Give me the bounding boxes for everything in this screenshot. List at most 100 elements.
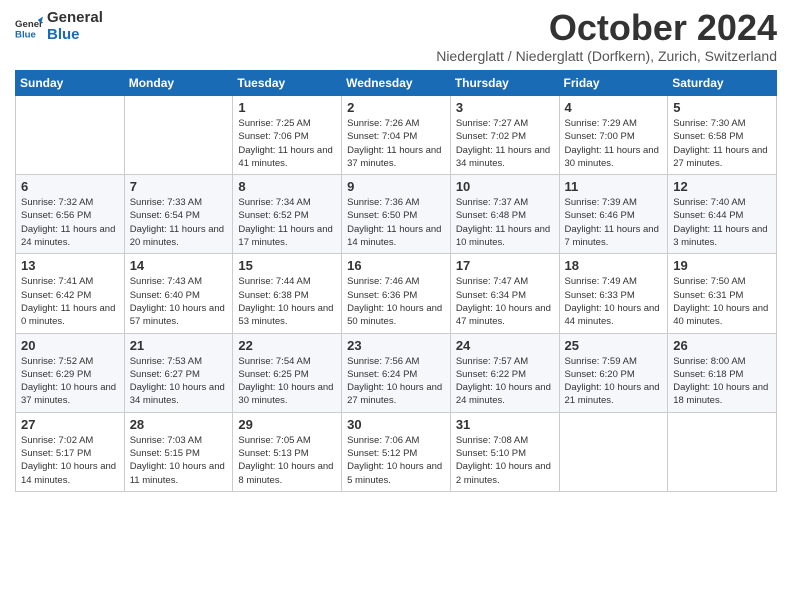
calendar-header-row: SundayMondayTuesdayWednesdayThursdayFrid… (16, 71, 777, 96)
calendar-cell: 18 Sunrise: 7:49 AMSunset: 6:33 PMDayligh… (559, 254, 668, 333)
column-header-monday: Monday (124, 71, 233, 96)
day-number: 27 (21, 417, 119, 432)
day-number: 16 (347, 258, 445, 273)
calendar-cell: 15 Sunrise: 7:44 AMSunset: 6:38 PMDayligh… (233, 254, 342, 333)
day-number: 29 (238, 417, 336, 432)
day-number: 9 (347, 179, 445, 194)
day-info: Sunrise: 7:36 AMSunset: 6:50 PMDaylight:… (347, 196, 445, 249)
day-number: 11 (565, 179, 663, 194)
day-info: Sunrise: 7:52 AMSunset: 6:29 PMDaylight:… (21, 355, 119, 408)
day-info: Sunrise: 7:34 AMSunset: 6:52 PMDaylight:… (238, 196, 336, 249)
day-number: 20 (21, 338, 119, 353)
calendar-week-3: 13Sunrise: 7:41 AMSunset: 6:42 PMDayligh… (16, 254, 777, 333)
day-info: Sunrise: 7:26 AMSunset: 7:04 PMDaylight:… (347, 117, 445, 170)
calendar-cell: 20 Sunrise: 7:52 AMSunset: 6:29 PMDayligh… (16, 333, 125, 412)
calendar-table: SundayMondayTuesdayWednesdayThursdayFrid… (15, 70, 777, 492)
day-number: 3 (456, 100, 554, 115)
calendar-cell: 26 Sunrise: 8:00 AMSunset: 6:18 PMDayligh… (668, 333, 777, 412)
calendar-cell: 2 Sunrise: 7:26 AMSunset: 7:04 PMDaylight… (342, 96, 451, 175)
day-info: Sunrise: 7:40 AMSunset: 6:44 PMDaylight:… (673, 196, 771, 249)
column-header-saturday: Saturday (668, 71, 777, 96)
day-number: 5 (673, 100, 771, 115)
day-number: 7 (130, 179, 228, 194)
calendar-cell: 28 Sunrise: 7:03 AMSunset: 5:15 PMDayligh… (124, 412, 233, 491)
logo-line1: General (47, 10, 103, 27)
calendar-cell (16, 96, 125, 175)
calendar-cell: 5Sunrise: 7:30 AMSunset: 6:58 PMDaylight… (668, 96, 777, 175)
calendar-page: General Blue General Blue October 2024 N… (0, 0, 792, 507)
day-info: Sunrise: 7:39 AMSunset: 6:46 PMDaylight:… (565, 196, 663, 249)
day-info: Sunrise: 7:03 AMSunset: 5:15 PMDaylight:… (130, 434, 228, 487)
column-header-sunday: Sunday (16, 71, 125, 96)
day-info: Sunrise: 7:49 AMSunset: 6:33 PMDaylight:… (565, 275, 663, 328)
calendar-cell: 29 Sunrise: 7:05 AMSunset: 5:13 PMDayligh… (233, 412, 342, 491)
calendar-cell: 6 Sunrise: 7:32 AMSunset: 6:56 PMDaylight… (16, 175, 125, 254)
calendar-cell: 12 Sunrise: 7:40 AMSunset: 6:44 PMDayligh… (668, 175, 777, 254)
calendar-cell: 24Sunrise: 7:57 AMSunset: 6:22 PMDayligh… (450, 333, 559, 412)
day-info: Sunrise: 7:08 AMSunset: 5:10 PMDaylight:… (456, 434, 554, 487)
calendar-week-5: 27 Sunrise: 7:02 AMSunset: 5:17 PMDayligh… (16, 412, 777, 491)
day-number: 25 (565, 338, 663, 353)
day-info: Sunrise: 7:25 AMSunset: 7:06 PMDaylight:… (238, 117, 336, 170)
day-number: 30 (347, 417, 445, 432)
svg-text:Blue: Blue (15, 29, 36, 40)
calendar-cell: 13Sunrise: 7:41 AMSunset: 6:42 PMDayligh… (16, 254, 125, 333)
day-info: Sunrise: 7:44 AMSunset: 6:38 PMDaylight:… (238, 275, 336, 328)
column-header-wednesday: Wednesday (342, 71, 451, 96)
day-info: Sunrise: 7:29 AMSunset: 7:00 PMDaylight:… (565, 117, 663, 170)
calendar-cell: 10 Sunrise: 7:37 AMSunset: 6:48 PMDayligh… (450, 175, 559, 254)
calendar-cell: 31Sunrise: 7:08 AMSunset: 5:10 PMDayligh… (450, 412, 559, 491)
month-title: October 2024 (436, 10, 777, 46)
calendar-week-2: 6 Sunrise: 7:32 AMSunset: 6:56 PMDaylight… (16, 175, 777, 254)
calendar-cell: 17 Sunrise: 7:47 AMSunset: 6:34 PMDayligh… (450, 254, 559, 333)
calendar-cell (668, 412, 777, 491)
day-number: 10 (456, 179, 554, 194)
logo-icon: General Blue (15, 13, 43, 41)
day-info: Sunrise: 7:05 AMSunset: 5:13 PMDaylight:… (238, 434, 336, 487)
day-info: Sunrise: 7:37 AMSunset: 6:48 PMDaylight:… (456, 196, 554, 249)
day-info: Sunrise: 7:33 AMSunset: 6:54 PMDaylight:… (130, 196, 228, 249)
day-info: Sunrise: 7:32 AMSunset: 6:56 PMDaylight:… (21, 196, 119, 249)
day-info: Sunrise: 7:54 AMSunset: 6:25 PMDaylight:… (238, 355, 336, 408)
calendar-cell: 11 Sunrise: 7:39 AMSunset: 6:46 PMDayligh… (559, 175, 668, 254)
day-info: Sunrise: 7:57 AMSunset: 6:22 PMDaylight:… (456, 355, 554, 408)
calendar-week-4: 20 Sunrise: 7:52 AMSunset: 6:29 PMDayligh… (16, 333, 777, 412)
page-header: General Blue General Blue October 2024 N… (15, 10, 777, 64)
day-number: 12 (673, 179, 771, 194)
calendar-cell: 7 Sunrise: 7:33 AMSunset: 6:54 PMDaylight… (124, 175, 233, 254)
day-info: Sunrise: 7:46 AMSunset: 6:36 PMDaylight:… (347, 275, 445, 328)
day-number: 6 (21, 179, 119, 194)
calendar-cell: 1Sunrise: 7:25 AMSunset: 7:06 PMDaylight… (233, 96, 342, 175)
column-header-tuesday: Tuesday (233, 71, 342, 96)
title-block: October 2024 Niederglatt / Niederglatt (… (436, 10, 777, 64)
day-info: Sunrise: 7:02 AMSunset: 5:17 PMDaylight:… (21, 434, 119, 487)
day-number: 22 (238, 338, 336, 353)
calendar-cell: 22 Sunrise: 7:54 AMSunset: 6:25 PMDayligh… (233, 333, 342, 412)
day-info: Sunrise: 7:53 AMSunset: 6:27 PMDaylight:… (130, 355, 228, 408)
day-number: 15 (238, 258, 336, 273)
calendar-cell: 21 Sunrise: 7:53 AMSunset: 6:27 PMDayligh… (124, 333, 233, 412)
calendar-cell: 25Sunrise: 7:59 AMSunset: 6:20 PMDayligh… (559, 333, 668, 412)
day-number: 23 (347, 338, 445, 353)
day-info: Sunrise: 8:00 AMSunset: 6:18 PMDaylight:… (673, 355, 771, 408)
calendar-cell: 9 Sunrise: 7:36 AMSunset: 6:50 PMDaylight… (342, 175, 451, 254)
day-number: 17 (456, 258, 554, 273)
day-number: 14 (130, 258, 228, 273)
day-info: Sunrise: 7:43 AMSunset: 6:40 PMDaylight:… (130, 275, 228, 328)
day-number: 2 (347, 100, 445, 115)
calendar-cell (124, 96, 233, 175)
day-number: 21 (130, 338, 228, 353)
day-number: 18 (565, 258, 663, 273)
calendar-cell: 3Sunrise: 7:27 AMSunset: 7:02 PMDaylight… (450, 96, 559, 175)
calendar-cell: 19Sunrise: 7:50 AMSunset: 6:31 PMDayligh… (668, 254, 777, 333)
calendar-cell: 14 Sunrise: 7:43 AMSunset: 6:40 PMDayligh… (124, 254, 233, 333)
calendar-cell: 8Sunrise: 7:34 AMSunset: 6:52 PMDaylight… (233, 175, 342, 254)
day-info: Sunrise: 7:47 AMSunset: 6:34 PMDaylight:… (456, 275, 554, 328)
column-header-friday: Friday (559, 71, 668, 96)
calendar-cell: 27 Sunrise: 7:02 AMSunset: 5:17 PMDayligh… (16, 412, 125, 491)
day-number: 28 (130, 417, 228, 432)
calendar-cell: 4Sunrise: 7:29 AMSunset: 7:00 PMDaylight… (559, 96, 668, 175)
location-subtitle: Niederglatt / Niederglatt (Dorfkern), Zu… (436, 48, 777, 64)
calendar-body: 1Sunrise: 7:25 AMSunset: 7:06 PMDaylight… (16, 96, 777, 492)
day-number: 26 (673, 338, 771, 353)
